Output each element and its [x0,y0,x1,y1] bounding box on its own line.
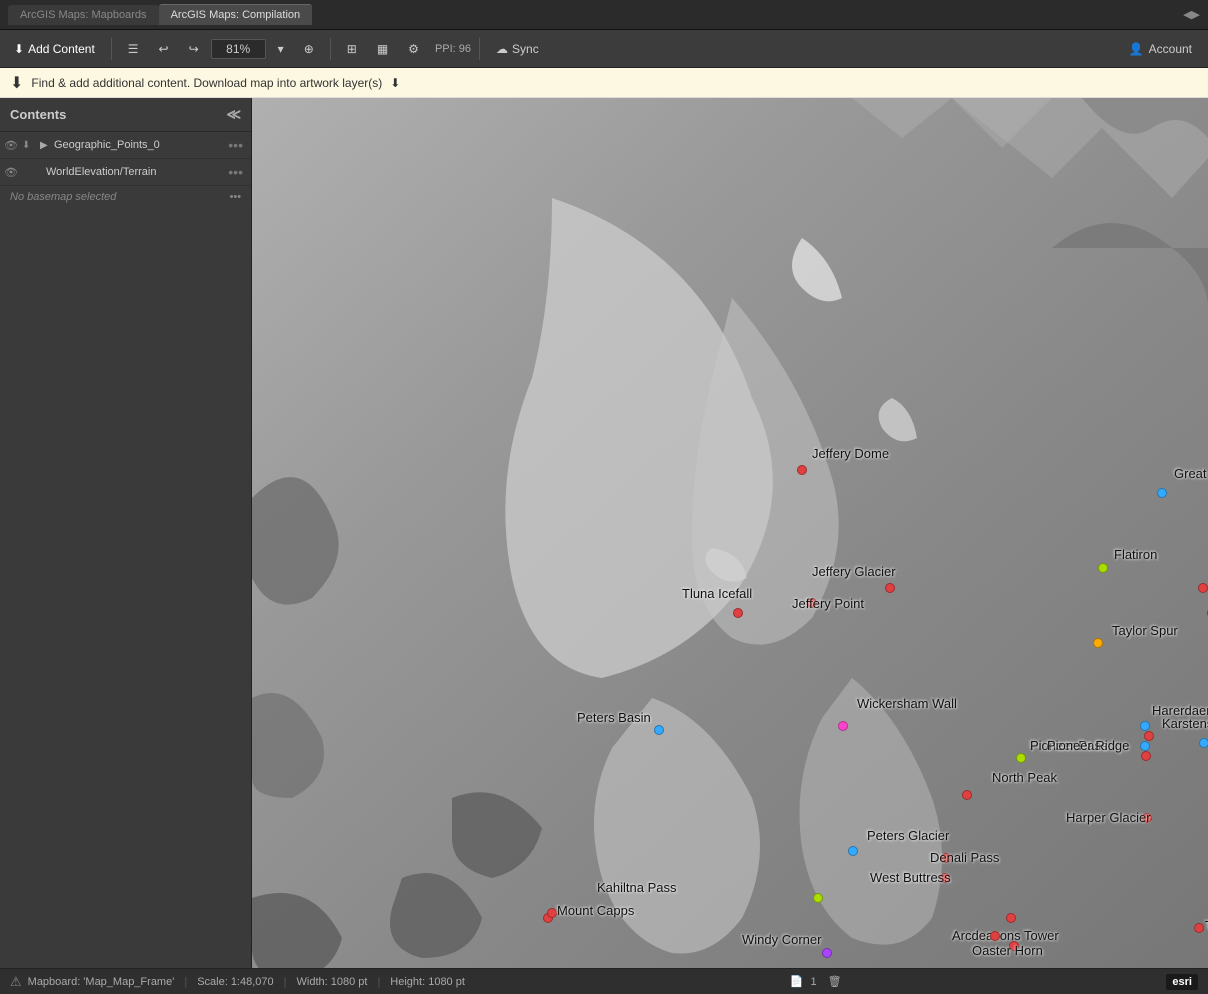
window-controls-icon[interactable]: ◀▶ [1183,8,1200,21]
redo-button[interactable]: ↪ [181,38,207,60]
main-area: Contents ≪ 👁 ⬇ ▶ Geographic_Points_0 •••… [0,98,1208,968]
map-frame-button[interactable]: ⊞ [339,38,365,60]
layer-more-menu-geo[interactable]: ••• [228,137,243,153]
collapse-sidebar-button[interactable]: ≪ [226,106,241,123]
warning-icon: ⚠ [10,974,22,990]
undo-button[interactable]: ↩ [151,38,177,60]
page-icon: 📄 [790,976,804,988]
layer-geo-points[interactable]: 👁 ⬇ ▶ Geographic_Points_0 ••• [0,132,251,159]
notification-icon: ⬇ [10,73,23,93]
layer-world-elevation[interactable]: 👁 WorldElevation/Terrain ••• [0,159,251,186]
toolbar-separator-1 [111,38,112,60]
toolbar: ⬇ Add Content ☰ ↩ ↪ ▾ ⊕ ⊞ ▦ ⚙ PPI: 96 ☁ … [0,30,1208,68]
account-icon: 👤 [1129,42,1144,56]
no-basemap-more[interactable]: ••• [229,191,241,203]
terrain-background [252,98,1208,968]
zoom-dropdown-button[interactable]: ▾ [270,38,292,60]
status-right: 📄 1 🗑 [790,975,842,988]
trash-icon[interactable]: 🗑 [828,976,842,988]
sync-icon: ☁ [496,42,508,56]
sidebar-header: Contents ≪ [0,98,251,132]
download-icon[interactable]: ⬇ [390,76,400,90]
sidebar: Contents ≪ 👁 ⬇ ▶ Geographic_Points_0 •••… [0,98,252,968]
mapboard-label: Mapboard: 'Map_Map_Frame' [28,976,175,988]
layer-name-elev: WorldElevation/Terrain [46,166,224,178]
no-basemap-label: No basemap selected [10,191,116,203]
map-frame-icon: ⊞ [347,42,357,56]
status-bar: ⚠ Mapboard: 'Map_Map_Frame' | Scale: 1:4… [0,968,1208,994]
layer-more-menu-elev[interactable]: ••• [228,164,243,180]
layer-download-icon[interactable]: ⬇ [22,140,36,151]
account-button[interactable]: 👤 Account [1119,38,1202,60]
tab-compilation[interactable]: ArcGIS Maps: Compilation [159,4,313,25]
toolbar-separator-3 [479,38,480,60]
add-content-icon: ⬇ [14,42,24,56]
toolbar-separator-2 [330,38,331,60]
undo-icon: ↩ [159,42,169,56]
list-icon: ☰ [128,42,139,56]
page-number: 1 [810,976,816,988]
zoom-fit-button[interactable]: ⊕ [296,38,322,60]
list-view-button[interactable]: ☰ [120,38,147,60]
zoom-input[interactable] [211,39,266,59]
layer-visibility-toggle-geo[interactable]: 👁 [4,139,18,152]
title-bar-right: ◀▶ [1183,8,1200,21]
zoom-icon: ⊕ [304,42,314,56]
grid-button[interactable]: ▦ [369,38,396,60]
gear-icon: ⚙ [408,42,419,56]
redo-icon: ↪ [189,42,199,56]
layer-visibility-toggle-elev[interactable]: 👁 [4,166,18,179]
height-label: Height: 1080 pt [390,976,465,988]
sync-button[interactable]: ☁ Sync [488,38,547,60]
layer-expand-arrow-geo[interactable]: ▶ [40,140,50,151]
notification-text: Find & add additional content. Download … [31,76,382,90]
tab-mapboards[interactable]: ArcGIS Maps: Mapboards [8,5,159,25]
add-content-button[interactable]: ⬇ Add Content [6,38,103,60]
settings-button[interactable]: ⚙ [400,38,427,60]
scale-label: Scale: 1:48,070 [197,976,273,988]
map-area[interactable]: Jeffery DomeJeffery GlacierTluna Icefall… [252,98,1208,968]
title-bar: ArcGIS Maps: Mapboards ArcGIS Maps: Comp… [0,0,1208,30]
grid-icon: ▦ [377,42,388,56]
contents-title: Contents [10,107,66,122]
layer-name-geo: Geographic_Points_0 [54,139,224,151]
no-basemap-row[interactable]: No basemap selected ••• [0,186,251,208]
width-label: Width: 1080 pt [297,976,368,988]
notification-bar: ⬇ Find & add additional content. Downloa… [0,68,1208,98]
toolbar-right: 👤 Account [1119,38,1202,60]
esri-logo: esri [1166,974,1198,990]
chevron-down-icon: ▾ [278,42,284,56]
ppi-label: PPI: 96 [435,43,471,55]
